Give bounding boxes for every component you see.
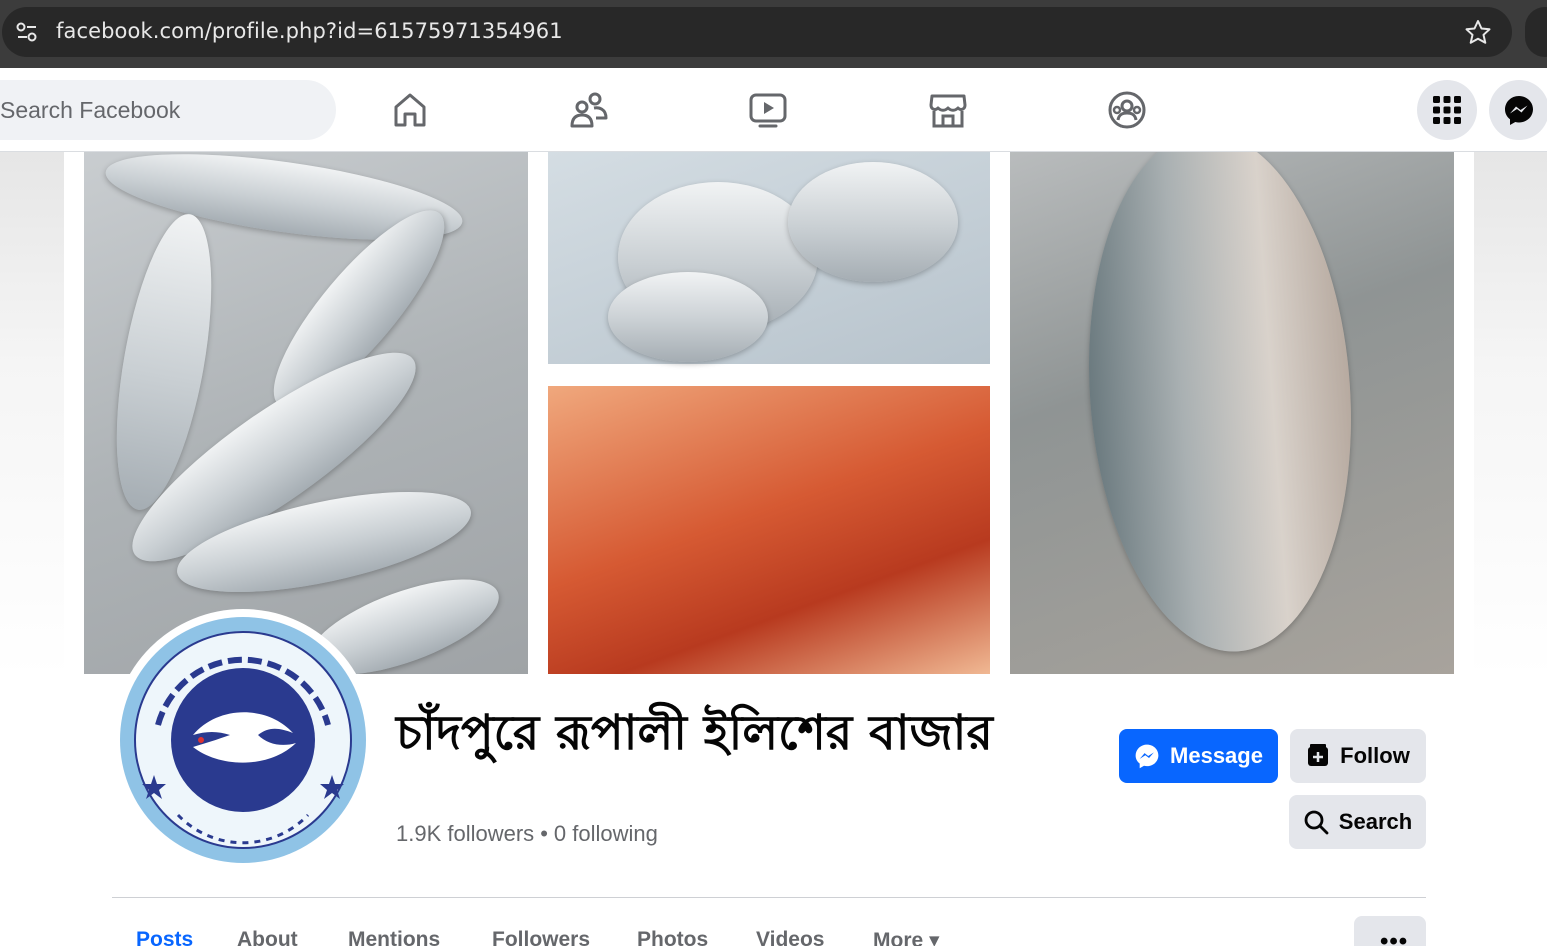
cover-panel-hilsa-pile [84,152,528,674]
friends-tab[interactable] [569,90,609,130]
url-text[interactable]: facebook.com/profile.php?id=615759713549… [56,19,563,43]
message-label: Message [1170,743,1263,768]
tab-more[interactable]: More ▾ [873,928,940,946]
page-title: চাঁদপুরে রূপালী ইলিশের বাজার [396,705,993,761]
chevron-down-icon: ▾ [929,929,940,946]
cover-panel-pomfret [548,152,990,364]
cover-panel-single-hilsa [1010,152,1454,674]
tab-videos[interactable]: Videos [756,928,824,946]
facebook-header [0,68,1547,152]
home-tab[interactable] [390,90,430,130]
groups-tab[interactable] [1107,90,1147,130]
follower-stats: 1.9K followers • 0 following [396,821,658,847]
stats-separator: • [540,821,548,846]
followers-count[interactable]: 1.9K followers [396,821,534,846]
following-count[interactable]: 0 following [554,821,658,846]
more-options-button[interactable]: ••• [1354,916,1426,946]
marketplace-icon [929,94,967,128]
groups-icon [1108,91,1146,129]
video-tab[interactable] [748,90,788,130]
messenger-icon [1505,96,1533,125]
message-button[interactable]: Message [1119,729,1278,783]
menu-grid-icon [1433,96,1461,124]
profile-button[interactable] [1525,7,1547,57]
search-input[interactable] [0,80,336,140]
profile-avatar[interactable] [112,609,374,871]
tab-followers[interactable]: Followers [492,928,590,946]
tab-posts[interactable]: Posts [136,928,193,946]
browser-toolbar: facebook.com/profile.php?id=615759713549… [0,0,1547,68]
search-box[interactable] [0,80,336,140]
menu-button[interactable] [1417,80,1477,140]
tab-mentions[interactable]: Mentions [348,928,440,946]
follow-button[interactable]: Follow [1290,729,1426,783]
search-label: Search [1338,809,1413,834]
follow-label: Follow [1340,743,1410,768]
page-logo [120,617,366,863]
address-bar[interactable]: facebook.com/profile.php?id=615759713549… [2,7,1512,57]
messenger-button[interactable] [1489,80,1547,140]
cover-photo[interactable] [64,152,1474,674]
video-icon [749,93,787,128]
page-search-button[interactable]: Search [1289,795,1426,849]
home-icon [394,93,426,127]
cover-panel-roe [548,386,990,674]
marketplace-tab[interactable] [928,90,968,130]
follow-icon [1308,744,1329,766]
messenger-icon [1135,744,1159,769]
site-info-icon[interactable] [12,18,42,46]
tab-more-label: More [873,929,924,946]
friends-icon [570,92,608,128]
bookmark-star-icon[interactable] [1464,19,1492,45]
tab-about[interactable]: About [237,928,298,946]
ellipsis-icon: ••• [1380,928,1409,946]
search-icon [1304,810,1329,835]
header-divider [112,897,1426,898]
tab-photos[interactable]: Photos [637,928,708,946]
